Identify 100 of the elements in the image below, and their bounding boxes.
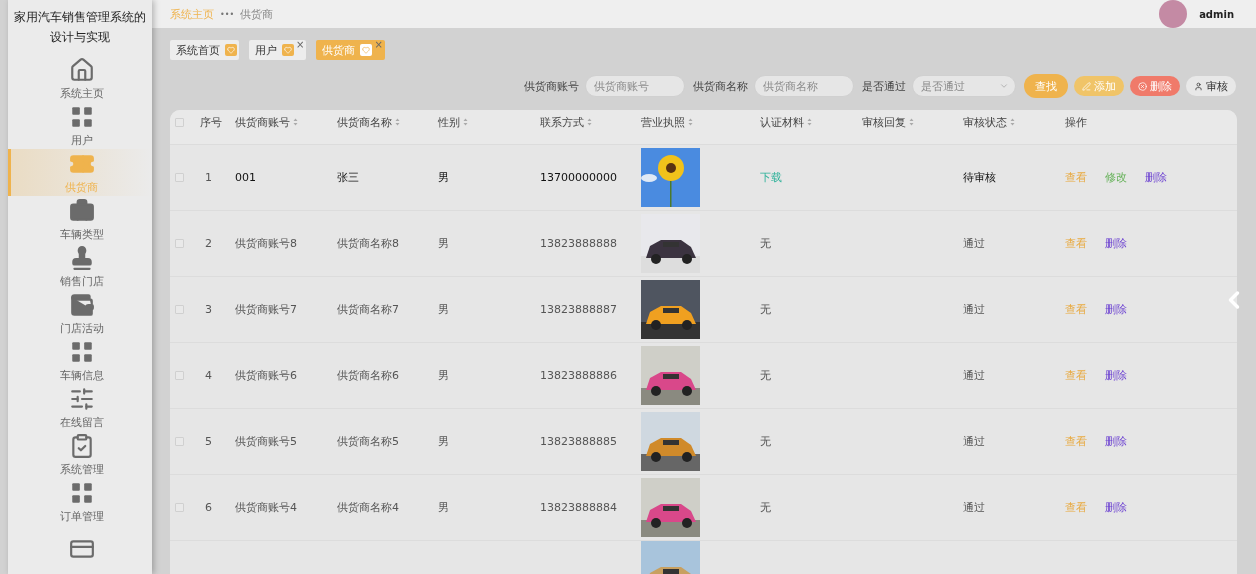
delete-link[interactable]: 删除: [1105, 500, 1127, 515]
column-header[interactable]: 营业执照: [641, 114, 760, 130]
table-cell-text: 3: [204, 303, 213, 316]
sidebar-item[interactable]: 订单管理: [8, 478, 152, 525]
column-header[interactable]: 序号: [200, 114, 235, 130]
table-cell-text: 13823888886: [540, 369, 618, 382]
sort-icon[interactable]: [293, 118, 298, 127]
checkbox[interactable]: [175, 371, 184, 380]
column-header[interactable]: 联系方式: [540, 114, 641, 130]
table-cell-text: 供货商账号5: [235, 434, 298, 449]
checkbox[interactable]: [175, 437, 184, 446]
table-cell-text: 男: [438, 368, 450, 383]
sidebar-item[interactable]: 销售门店: [8, 243, 152, 290]
avatar[interactable]: [1159, 0, 1188, 28]
tag[interactable]: 系统首页: [170, 40, 239, 60]
table-cell-text: 张三: [337, 170, 360, 185]
table-cell-text: 无: [760, 500, 772, 515]
column-header[interactable]: 供货商名称: [337, 114, 438, 130]
table-cell-text: 13823888888: [540, 237, 618, 250]
delete-link[interactable]: 删除: [1145, 170, 1167, 185]
sidebar-item[interactable]: 门店活动: [8, 290, 152, 337]
sort-icon[interactable]: [688, 118, 693, 127]
chevron-down-icon: [999, 81, 1009, 91]
table-cell-text: 1: [204, 171, 213, 184]
delete-link[interactable]: 删除: [1105, 368, 1127, 383]
column-header[interactable]: 认证材料: [760, 114, 862, 130]
sort-icon[interactable]: [587, 118, 592, 127]
tag[interactable]: 用户 ×: [249, 40, 307, 60]
table-cell-text: 男: [438, 236, 450, 251]
table-cell-text: 4: [204, 369, 213, 382]
input-field[interactable]: 供货商名称: [754, 75, 854, 97]
field-label: 是否通过: [862, 78, 906, 94]
select-field[interactable]: 是否通过: [912, 75, 1016, 97]
table-cell-text: 001: [235, 171, 257, 184]
table-cell-text: 供货商账号7: [235, 302, 298, 317]
breadcrumb-separator: •••: [220, 9, 235, 19]
user-name: admin: [1199, 8, 1234, 20]
table-cell-text: 无: [760, 302, 772, 317]
table-cell-text: 无: [760, 368, 772, 383]
wallet-icon: [68, 291, 95, 318]
sort-icon[interactable]: [807, 118, 812, 127]
sort-icon[interactable]: [395, 118, 400, 127]
close-icon[interactable]: ×: [374, 40, 383, 50]
table-cell-text: 供货商名称6: [337, 368, 400, 383]
review-button[interactable]: 审核: [1186, 76, 1236, 96]
input-field[interactable]: 供货商账号: [585, 75, 685, 97]
table-cell-text: 13823888885: [540, 435, 618, 448]
breadcrumb-link[interactable]: 供货商: [240, 6, 274, 22]
table-cell-text: 供货商名称5: [337, 434, 400, 449]
delete-link[interactable]: 删除: [1105, 236, 1127, 251]
sidebar-item[interactable]: 在线留言: [8, 384, 152, 431]
table-cell-text: 通过: [963, 368, 986, 383]
field-label: 供货商名称: [693, 78, 748, 94]
table-cell-text: 供货商账号6: [235, 368, 298, 383]
delete-link[interactable]: 删除: [1105, 302, 1127, 317]
checkbox[interactable]: [175, 305, 184, 314]
table-cell-text: 供货商账号8: [235, 236, 298, 251]
table-cell-text: 待审核: [963, 170, 997, 185]
table-cell-text: 男: [438, 500, 450, 515]
briefcase-icon: [68, 197, 95, 224]
delete-button[interactable]: 删除: [1130, 76, 1180, 96]
table-cell-text: 供货商名称4: [337, 500, 400, 515]
sidebar-item[interactable]: 系统管理: [8, 431, 152, 478]
table-cell-text: 无: [760, 236, 772, 251]
table-cell-text: 男: [438, 170, 450, 185]
tag[interactable]: 供货商 ×: [316, 40, 385, 60]
column-header[interactable]: 性别: [438, 114, 540, 130]
app-title: 家用汽车销售管理系统的设计与实现: [13, 9, 147, 46]
sidebar-item[interactable]: 用户: [8, 102, 152, 149]
table-cell-text: 供货商名称7: [337, 302, 400, 317]
column-header[interactable]: 审核状态: [963, 114, 1065, 130]
home-icon: [68, 56, 95, 83]
pen-icon: [1082, 81, 1091, 91]
table-cell-text: 2: [204, 237, 213, 250]
close-icon[interactable]: ×: [296, 40, 305, 50]
delete-link[interactable]: 删除: [1105, 434, 1127, 449]
sort-icon[interactable]: [1010, 118, 1015, 127]
field-label: 供货商账号: [524, 78, 579, 94]
column-header[interactable]: 供货商账号: [235, 114, 337, 130]
checkbox[interactable]: [175, 503, 184, 512]
table-cell-text: 通过: [963, 302, 986, 317]
sidebar-item[interactable]: 车辆信息: [8, 337, 152, 384]
table-cell-text: 6: [204, 501, 213, 514]
table-cell-text: 男: [438, 434, 450, 449]
sidebar-item[interactable]: 系统主页: [8, 55, 152, 102]
sort-icon[interactable]: [463, 118, 468, 127]
table-cell-text: 通过: [963, 434, 986, 449]
heart-icon: [282, 44, 294, 56]
column-header[interactable]: 操作: [1065, 114, 1237, 130]
checkbox[interactable]: [175, 239, 184, 248]
sidebar-item[interactable]: 车辆类型: [8, 196, 152, 243]
table-cell-text: 供货商名称8: [337, 236, 400, 251]
checkbox[interactable]: [175, 117, 184, 127]
table-cell-text: 通过: [963, 236, 986, 251]
user-icon: [1194, 81, 1203, 91]
table-cell-text: 13823888887: [540, 303, 618, 316]
table-cell-text: 男: [438, 302, 450, 317]
checkbox[interactable]: [175, 173, 184, 182]
sort-icon[interactable]: [909, 118, 914, 127]
column-header[interactable]: 审核回复: [862, 114, 963, 130]
